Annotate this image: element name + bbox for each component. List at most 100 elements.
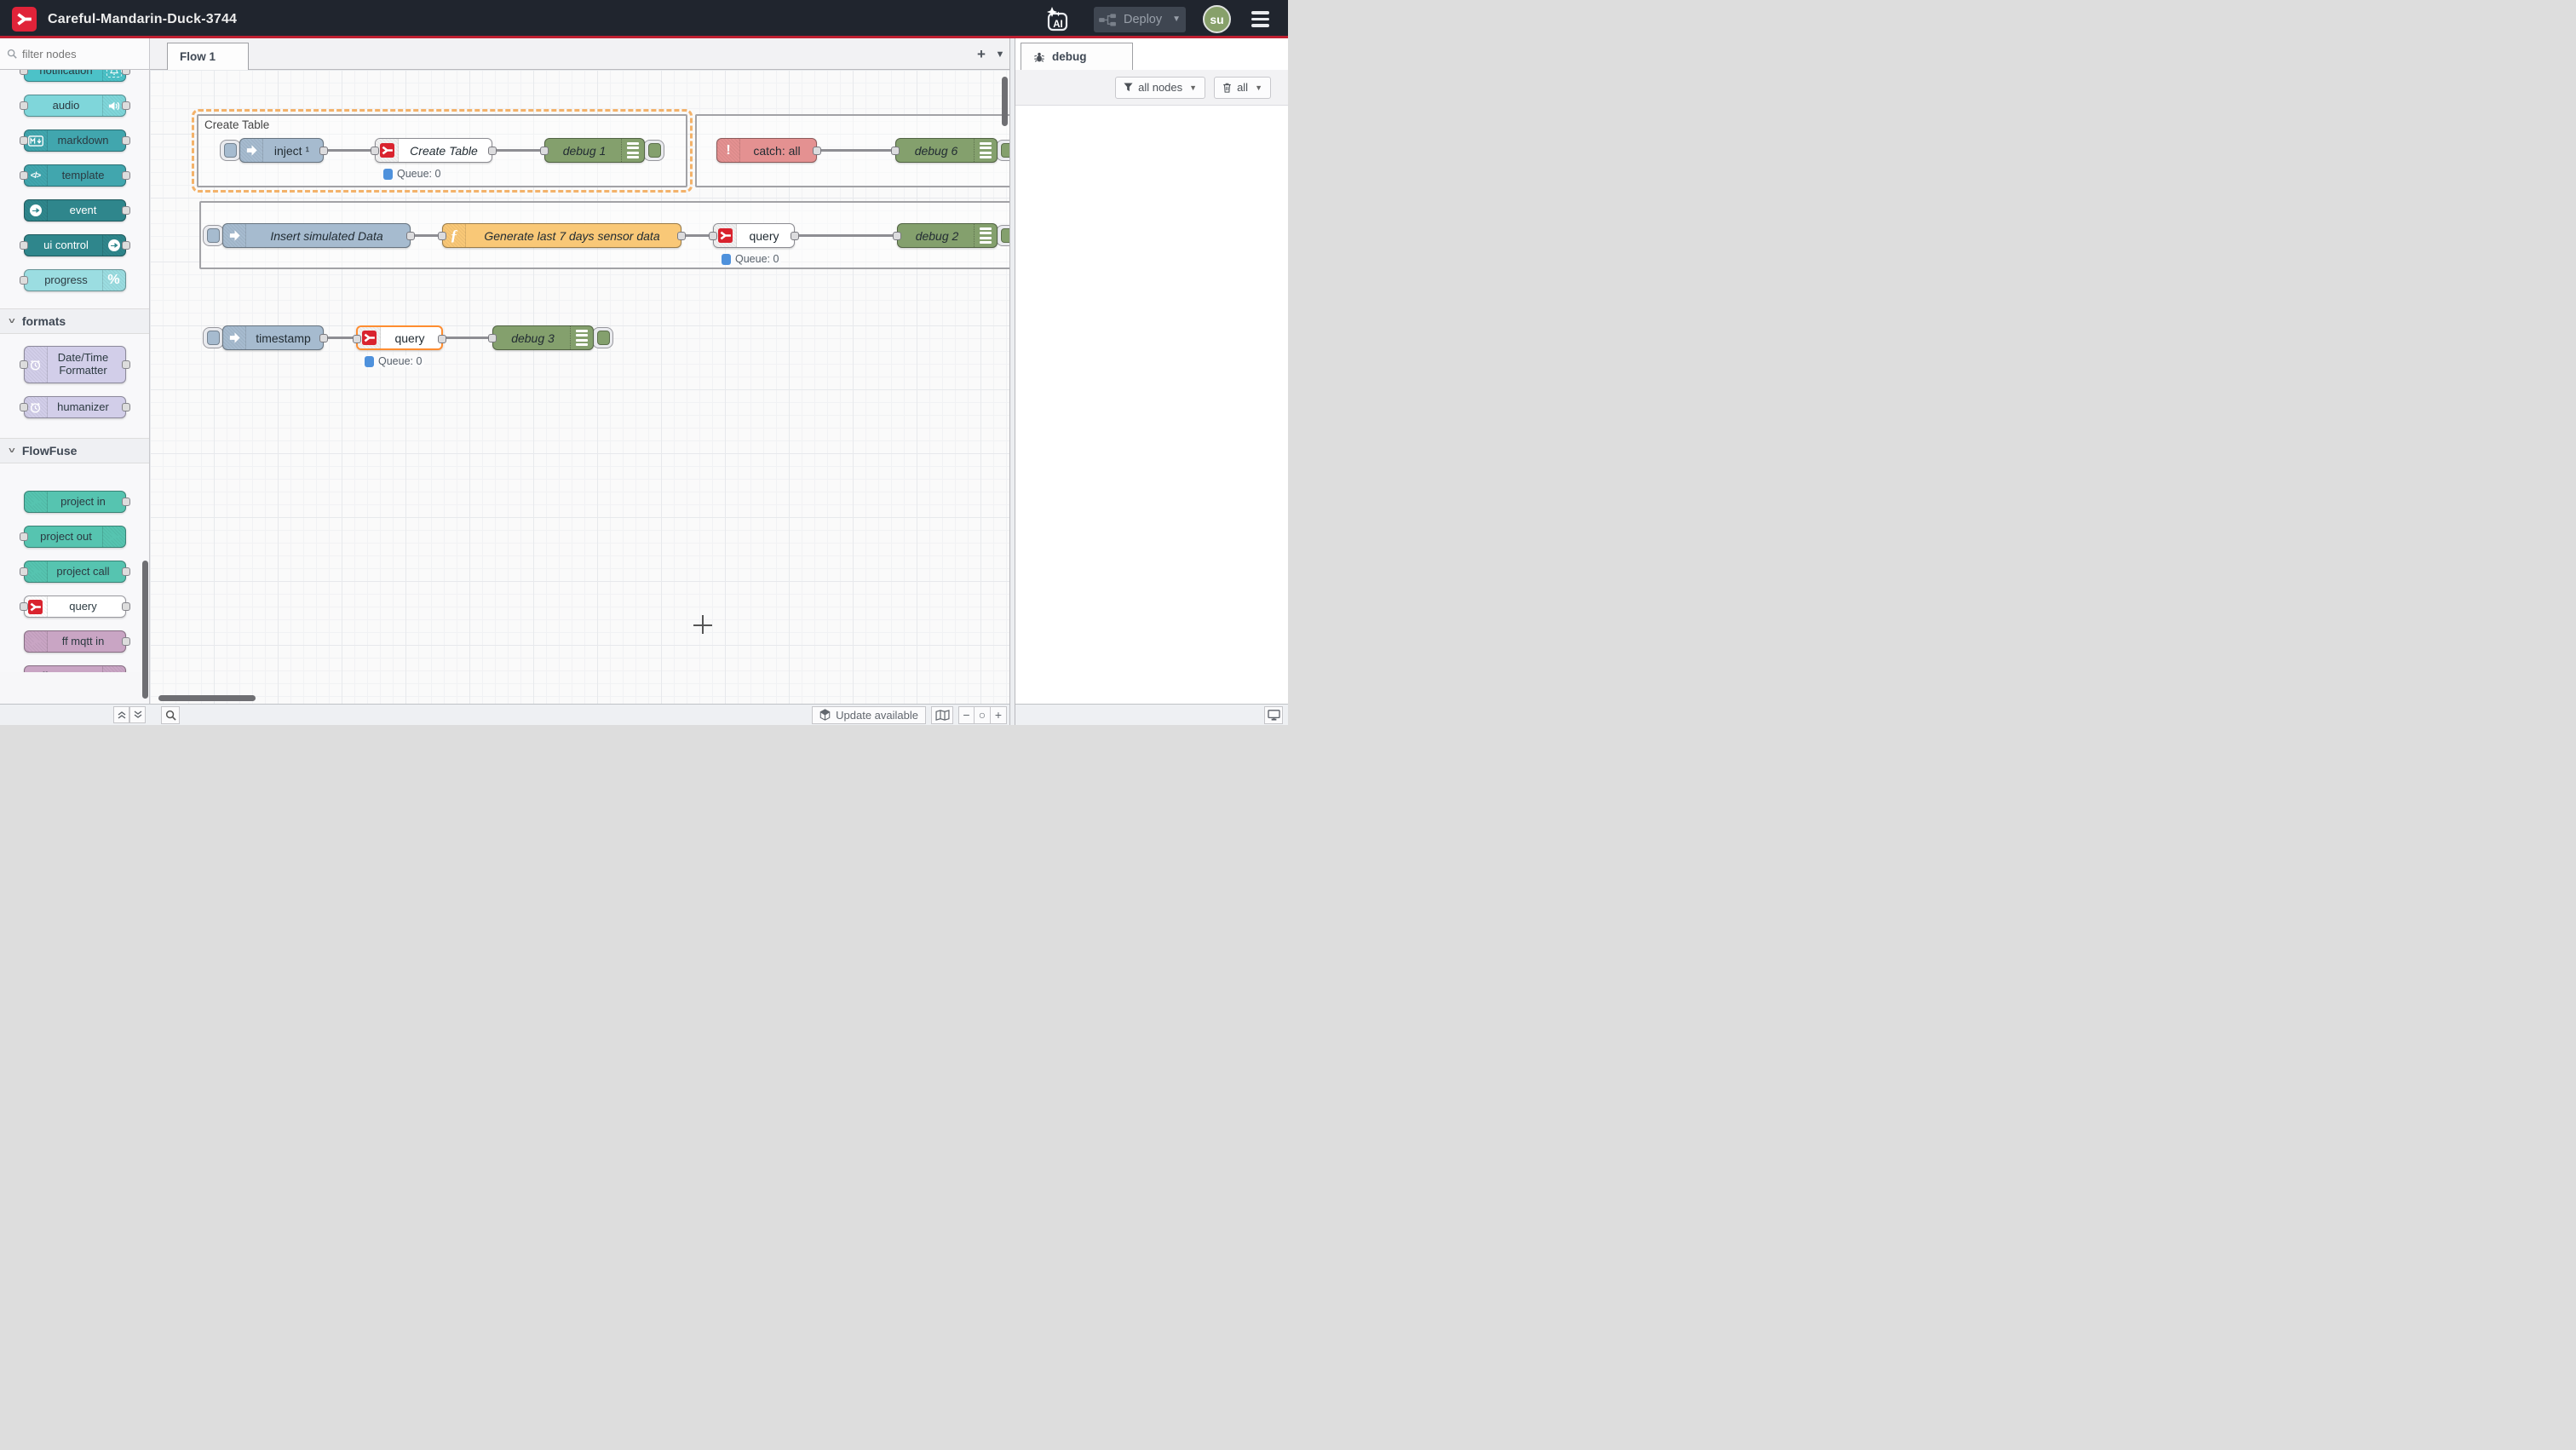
- canvas-horizontal-scrollbar[interactable]: [158, 695, 256, 701]
- palette-node-project-call[interactable]: project call: [24, 561, 126, 583]
- output-port[interactable]: [813, 147, 821, 155]
- input-port[interactable]: [488, 334, 497, 342]
- output-port[interactable]: [406, 232, 415, 240]
- canvas-vertical-scrollbar[interactable]: [1002, 77, 1008, 126]
- wire[interactable]: [492, 149, 544, 152]
- input-port[interactable]: [540, 147, 549, 155]
- input-port: [20, 532, 28, 541]
- canvas-search-button[interactable]: [161, 706, 180, 724]
- output-port[interactable]: [791, 232, 799, 240]
- output-port[interactable]: [319, 334, 328, 342]
- palette-scroll-area[interactable]: notification audio markdown </>template even…: [0, 70, 149, 672]
- wire[interactable]: [817, 149, 895, 152]
- queue-status-badge: Queue: 0: [381, 168, 443, 180]
- flow-node-debug-3[interactable]: debug 3: [492, 325, 594, 350]
- debug-toggle-button[interactable]: [643, 140, 664, 161]
- flow-node-debug-6[interactable]: debug 6: [895, 138, 998, 163]
- expand-all-categories-button[interactable]: [129, 706, 146, 723]
- flow-node-create-table[interactable]: Create Table: [375, 138, 492, 163]
- main-menu-icon[interactable]: [1251, 11, 1269, 27]
- palette-node-project-in[interactable]: project in: [24, 491, 126, 513]
- input-port[interactable]: [438, 232, 446, 240]
- palette-node-progress[interactable]: %progress: [24, 269, 126, 291]
- flow-node-insert-simulated-data[interactable]: Insert simulated Data: [222, 223, 411, 248]
- sidebar-resize-handle[interactable]: [1009, 38, 1015, 725]
- input-port[interactable]: [371, 147, 379, 155]
- input-port: [20, 602, 28, 611]
- palette-scrollbar[interactable]: [142, 561, 148, 699]
- input-port: [20, 136, 28, 145]
- inject-trigger-button[interactable]: [220, 140, 241, 161]
- input-port: [20, 70, 28, 75]
- debug-filter-button[interactable]: all nodes ▼: [1115, 77, 1205, 99]
- flow-node-timestamp[interactable]: timestamp: [222, 325, 324, 350]
- flow-node-debug-2[interactable]: debug 2: [897, 223, 998, 248]
- output-port[interactable]: [438, 335, 446, 343]
- tab-flow-1[interactable]: Flow 1: [167, 43, 249, 70]
- collapse-all-categories-button[interactable]: [113, 706, 129, 723]
- ai-assistant-button[interactable]: AI: [1045, 7, 1068, 32]
- wire[interactable]: [443, 337, 492, 339]
- navigator-button[interactable]: [931, 706, 953, 724]
- zoom-out-button[interactable]: −: [958, 706, 975, 724]
- zoom-reset-button[interactable]: ○: [975, 706, 991, 724]
- palette-node-event[interactable]: event: [24, 199, 126, 222]
- add-flow-button[interactable]: +: [972, 44, 991, 65]
- flow-node-debug-1[interactable]: debug 1: [544, 138, 645, 163]
- palette-node-project-out[interactable]: project out: [24, 526, 126, 548]
- user-avatar[interactable]: su: [1203, 5, 1231, 33]
- flow-list-caret-icon[interactable]: ▼: [991, 44, 1009, 65]
- workspace-tabbar: Flow 1 + ▼: [150, 38, 1009, 70]
- input-port[interactable]: [709, 232, 717, 240]
- tab-debug[interactable]: debug: [1021, 43, 1133, 70]
- node-label: catch: all: [717, 139, 816, 162]
- palette-node-ff-mqtt-in[interactable]: ff mqtt in: [24, 630, 126, 653]
- debug-toggle-button[interactable]: [592, 327, 613, 348]
- monitor-icon: [1268, 710, 1280, 721]
- palette-node-label: project in: [25, 492, 125, 512]
- inject-trigger-button[interactable]: [203, 225, 224, 246]
- zoom-in-button[interactable]: +: [991, 706, 1007, 724]
- output-port[interactable]: [319, 147, 328, 155]
- deploy-caret-icon[interactable]: ▼: [1172, 14, 1181, 24]
- output-port[interactable]: [677, 232, 686, 240]
- flow-node-catch-all[interactable]: !catch: all: [716, 138, 817, 163]
- update-available-button[interactable]: Update available: [812, 706, 926, 724]
- palette-category-flowfuse[interactable]: ˅FlowFuse: [0, 438, 149, 463]
- palette-category-formats[interactable]: ˅formats: [0, 308, 149, 334]
- wire[interactable]: [324, 149, 375, 152]
- input-port[interactable]: [893, 232, 901, 240]
- wire[interactable]: [324, 337, 356, 339]
- input-port[interactable]: [353, 335, 361, 343]
- inject-trigger-button[interactable]: [203, 327, 224, 348]
- palette-search[interactable]: [0, 38, 149, 70]
- node-label: query: [714, 224, 794, 247]
- flow-node-query[interactable]: query: [356, 325, 443, 350]
- debug-toggle-button[interactable]: [996, 225, 1009, 246]
- flow-canvas[interactable]: Create Tableinject ¹Create Tabledebug 1!…: [150, 70, 1009, 704]
- palette-node-notification[interactable]: notification: [24, 70, 126, 82]
- debug-toggle-button[interactable]: [996, 140, 1009, 161]
- palette-filter-input[interactable]: [22, 48, 133, 60]
- palette-node-ui-control[interactable]: ui control: [24, 234, 126, 256]
- flow-node-generate-last-7-days-sensor-data[interactable]: ƒGenerate last 7 days sensor data: [442, 223, 681, 248]
- palette-node-humanizer[interactable]: humanizer: [24, 396, 126, 418]
- output-port: [122, 637, 130, 646]
- palette-node-date-time-formatter[interactable]: Date/Time Formatter: [24, 346, 126, 383]
- deploy-button[interactable]: Deploy ▼: [1094, 7, 1186, 32]
- palette-node-audio[interactable]: audio: [24, 95, 126, 117]
- wire[interactable]: [795, 234, 897, 237]
- flow-node-inject[interactable]: inject ¹: [239, 138, 324, 163]
- input-port[interactable]: [891, 147, 900, 155]
- palette-node-template[interactable]: </>template: [24, 164, 126, 187]
- header: Careful-Mandarin-Duck-3744 AI Deploy ▼ s…: [0, 0, 1288, 38]
- palette-node-label: progress: [25, 270, 125, 291]
- palette-node-markdown[interactable]: markdown: [24, 129, 126, 152]
- palette-node-query[interactable]: query: [24, 596, 126, 618]
- flow-node-query[interactable]: query: [713, 223, 795, 248]
- input-port: [20, 567, 28, 576]
- output-port[interactable]: [488, 147, 497, 155]
- palette-node-ff-mqtt-out[interactable]: ff mqtt out: [24, 665, 126, 672]
- expand-sidebar-button[interactable]: [1264, 706, 1283, 724]
- debug-clear-button[interactable]: all ▼: [1214, 77, 1271, 99]
